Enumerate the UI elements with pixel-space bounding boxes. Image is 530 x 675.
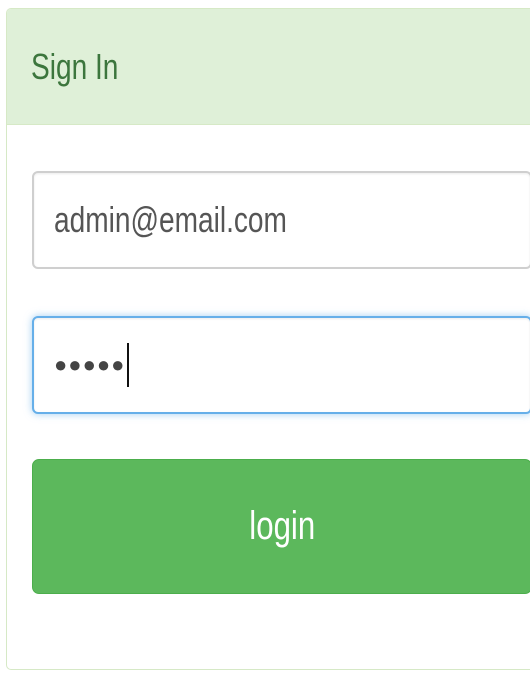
text-caret <box>127 343 130 387</box>
login-button-label: login <box>249 504 315 548</box>
password-value: ●●●●● <box>54 343 130 387</box>
password-mask: ●●●●● <box>54 352 126 377</box>
email-value: admin@email.com <box>54 199 287 240</box>
sign-in-panel: Sign In admin@email.com ●●●●● login <box>6 8 530 670</box>
password-field[interactable]: ●●●●● <box>32 316 530 414</box>
panel-title: Sign In <box>31 45 119 87</box>
email-field[interactable]: admin@email.com <box>32 171 530 269</box>
panel-heading: Sign In <box>7 9 530 125</box>
login-button[interactable]: login <box>32 459 530 594</box>
